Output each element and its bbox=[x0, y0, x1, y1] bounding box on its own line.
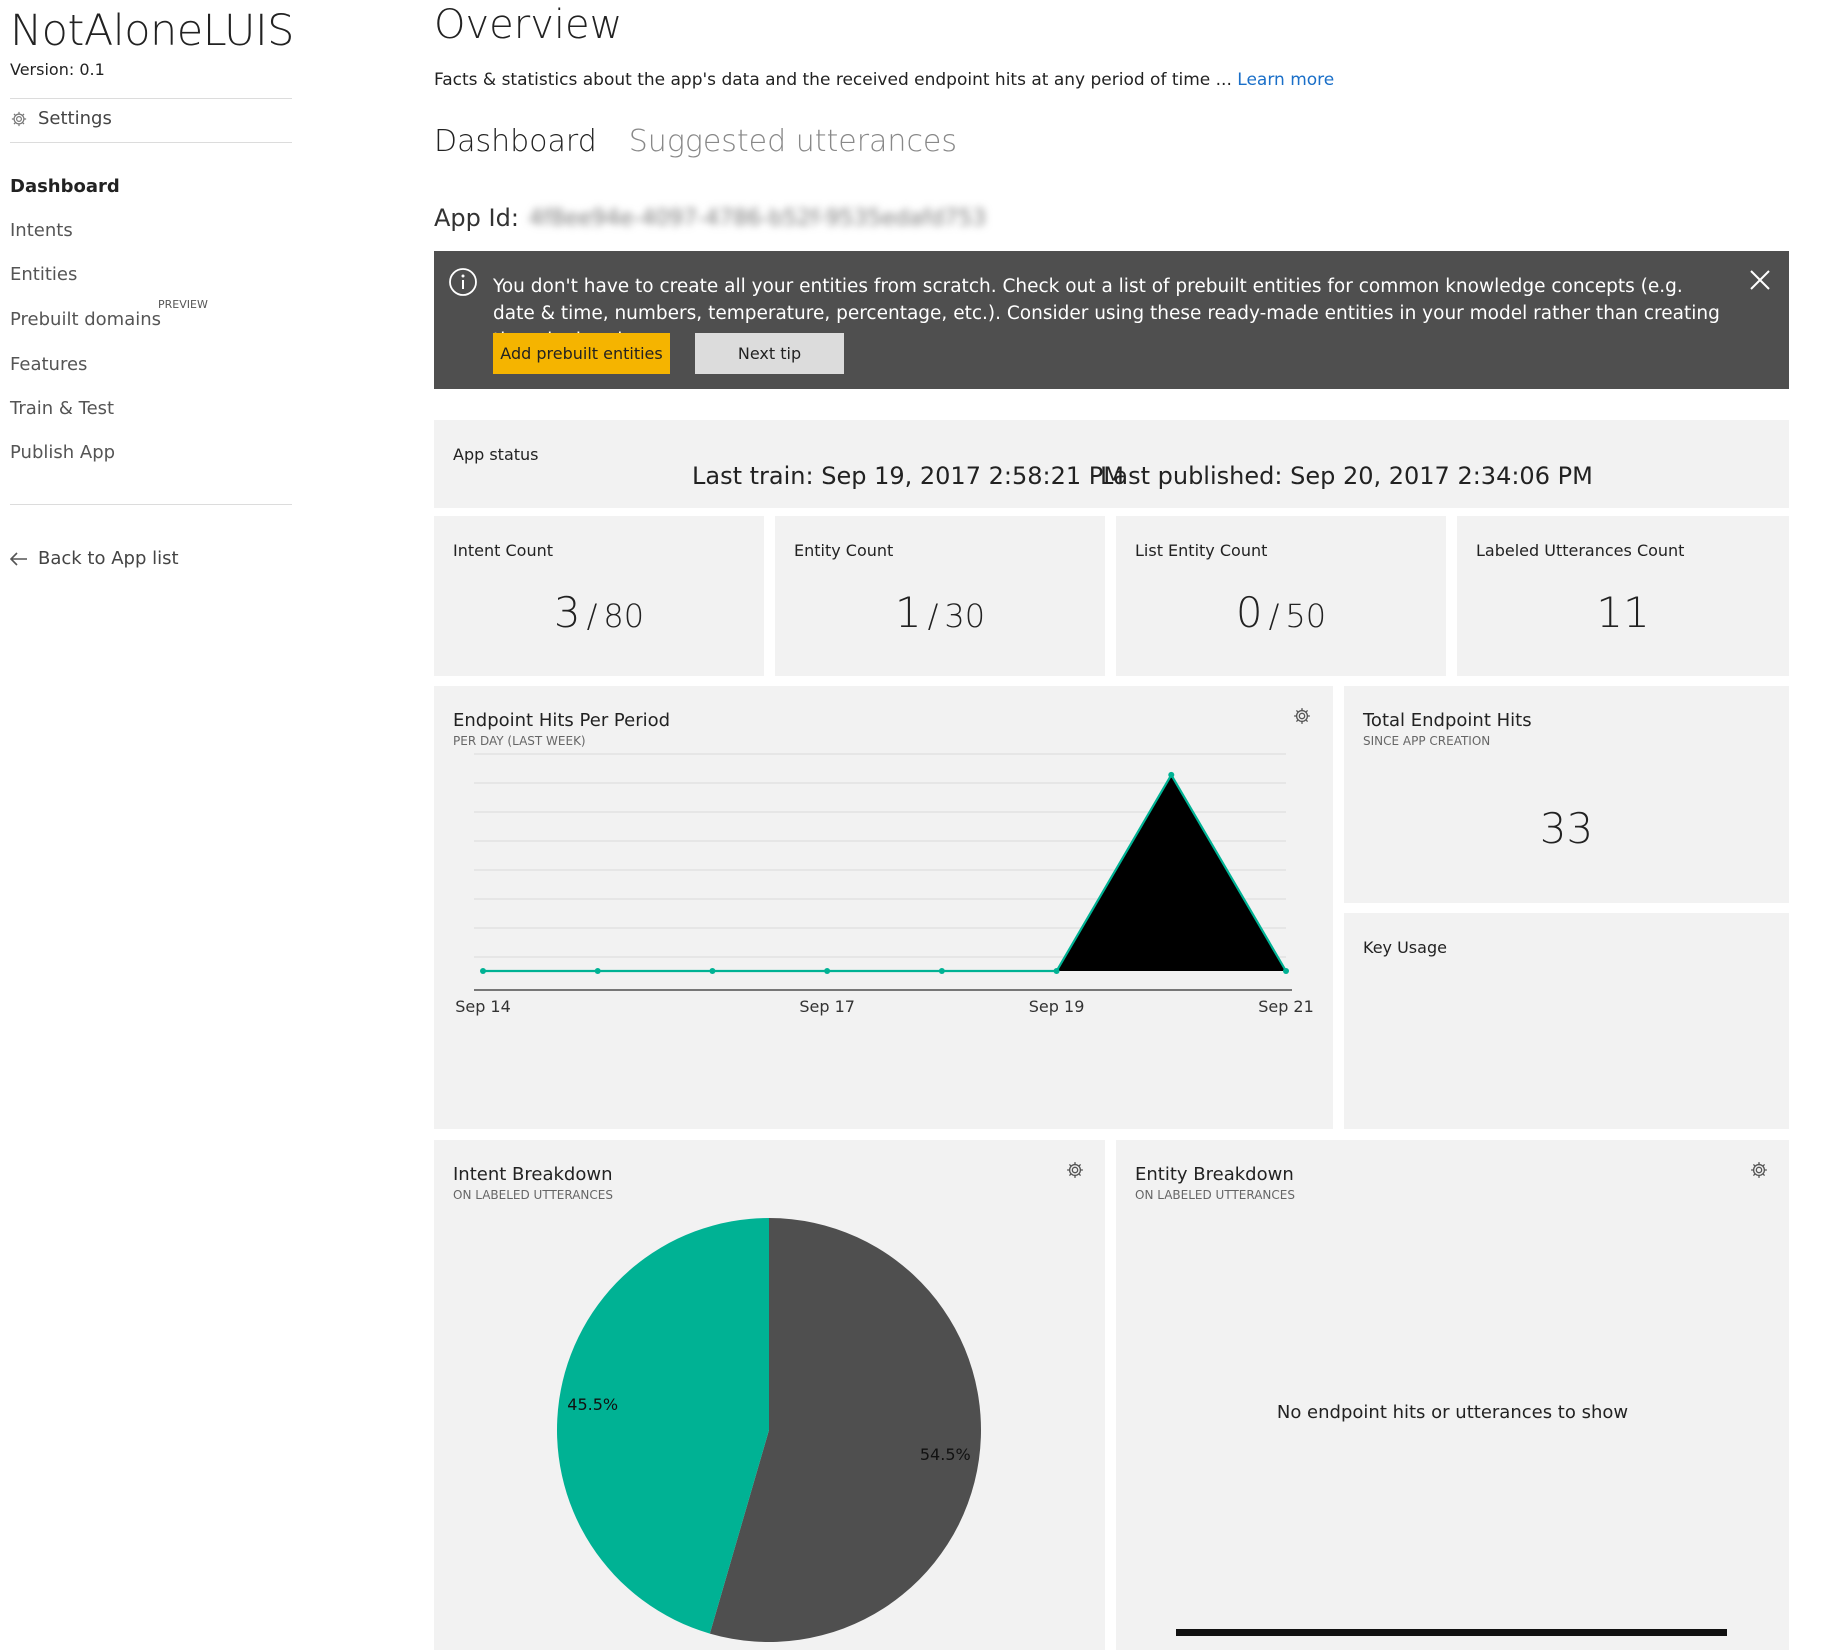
data-point bbox=[709, 968, 716, 974]
sidebar-divider bbox=[10, 98, 292, 99]
sidebar-divider bbox=[10, 504, 292, 505]
data-point bbox=[594, 968, 601, 974]
labeled-utterances-count-value: 11 bbox=[1596, 588, 1650, 637]
x-tick-label: Sep 19 bbox=[1029, 997, 1085, 1016]
sidebar-divider bbox=[10, 142, 292, 143]
entity-count-metric: 1/30 bbox=[894, 588, 986, 637]
entity-count-card: Entity Count 1/30 bbox=[775, 516, 1105, 676]
horizontal-scrollbar[interactable] bbox=[1176, 1629, 1727, 1636]
last-published-value: Sep 20, 2017 2:34:06 PM bbox=[1290, 462, 1593, 490]
app-name: NotAloneLUIS bbox=[10, 6, 294, 56]
entity-breakdown-empty-message: No endpoint hits or utterances to show bbox=[1276, 1402, 1629, 1423]
settings-link[interactable]: Settings bbox=[10, 108, 112, 129]
learn-more-link[interactable]: Learn more bbox=[1237, 70, 1334, 90]
app-status-label: App status bbox=[453, 445, 539, 464]
app-id-row: App Id: 4f8ee94e-4097-4786-b52f-9535edaf… bbox=[434, 204, 986, 232]
last-train: Last train: Sep 19, 2017 2:58:21 PM bbox=[692, 462, 1124, 490]
settings-label: Settings bbox=[38, 108, 112, 129]
back-label: Back to App list bbox=[38, 548, 179, 569]
tab-suggested-utterances[interactable]: Suggested utterances bbox=[629, 124, 957, 159]
page-subtitle: Facts & statistics about the app's data … bbox=[434, 70, 1334, 90]
sidebar-item-train-test[interactable]: Train & Test bbox=[10, 398, 114, 419]
sidebar-item-dashboard[interactable]: Dashboard bbox=[10, 176, 120, 197]
tab-dashboard[interactable]: Dashboard bbox=[434, 124, 597, 159]
next-tip-button[interactable]: Next tip bbox=[695, 333, 844, 374]
pie-slice-label: 45.5% bbox=[567, 1395, 618, 1414]
intent-count-label: Intent Count bbox=[453, 541, 553, 560]
total-hits-value: 33 bbox=[1539, 804, 1594, 853]
sidebar-item-label: Prebuilt domains bbox=[10, 309, 162, 330]
data-point bbox=[1168, 771, 1175, 778]
gear-icon bbox=[11, 111, 27, 126]
last-train-value: Sep 19, 2017 2:58:21 PM bbox=[821, 462, 1124, 490]
app-id-value: 4f8ee94e-4097-4786-b52f-9535edafd753 bbox=[528, 205, 987, 231]
intent-count-max: 80 bbox=[603, 597, 645, 635]
list-entity-count-max: 50 bbox=[1285, 597, 1327, 635]
entity-breakdown-title: Entity Breakdown bbox=[1135, 1164, 1294, 1185]
last-train-label: Last train: bbox=[692, 462, 814, 490]
info-icon bbox=[449, 268, 477, 296]
intent-breakdown-card: Intent Breakdown ON LABELED UTTERANCES 5… bbox=[434, 1140, 1105, 1650]
hits-area bbox=[483, 774, 1286, 971]
labeled-utterances-count-card: Labeled Utterances Count 11 bbox=[1457, 516, 1789, 676]
pie-slice-label: 54.5% bbox=[920, 1445, 971, 1464]
subtitle-text: Facts & statistics about the app's data … bbox=[434, 70, 1232, 90]
add-prebuilt-entities-button[interactable]: Add prebuilt entities bbox=[493, 333, 670, 374]
intent-count-value: 3 bbox=[553, 588, 581, 637]
key-usage-title: Key Usage bbox=[1363, 938, 1447, 957]
endpoint-hits-chart: Sep 14 Sep 17 Sep 19 Sep 21 bbox=[455, 753, 1314, 1016]
sidebar-item-prebuilt-domains[interactable]: Prebuilt domains PREVIEW bbox=[10, 298, 208, 330]
x-tick-label: Sep 14 bbox=[455, 997, 511, 1016]
labeled-utterances-count-label: Labeled Utterances Count bbox=[1476, 541, 1685, 560]
data-point bbox=[1283, 968, 1289, 974]
list-entity-count-card: List Entity Count 0/50 bbox=[1116, 516, 1446, 676]
tab-bar: Dashboard Suggested utterances bbox=[434, 124, 957, 159]
sidebar-item-entities[interactable]: Entities bbox=[10, 264, 77, 285]
app-version: Version: 0.1 bbox=[10, 60, 105, 79]
page-title: Overview bbox=[434, 2, 623, 48]
list-entity-count-label: List Entity Count bbox=[1135, 541, 1268, 560]
last-published-label: Last published: bbox=[1100, 462, 1283, 490]
x-tick-label: Sep 17 bbox=[799, 997, 855, 1016]
x-tick-label: Sep 21 bbox=[1258, 997, 1314, 1016]
intent-breakdown-pie: 54.5% 45.5% bbox=[557, 1218, 982, 1642]
intent-count-card: Intent Count 3/80 bbox=[434, 516, 764, 676]
entity-count-max: 30 bbox=[944, 597, 986, 635]
entity-breakdown-subtitle: ON LABELED UTTERANCES bbox=[1135, 1188, 1295, 1202]
sidebar: NotAloneLUIS Version: 0.1 Settings Dashb… bbox=[0, 0, 300, 1650]
total-endpoint-hits-card: Total Endpoint Hits SINCE APP CREATION 3… bbox=[1344, 686, 1789, 903]
labeled-utterances-count-metric: 11 bbox=[1457, 588, 1789, 637]
back-to-app-list-link[interactable]: Back to App list bbox=[10, 548, 179, 569]
intent-count-metric: 3/80 bbox=[553, 588, 645, 637]
total-hits-title: Total Endpoint Hits bbox=[1363, 710, 1532, 731]
app-status-card: App status Last train: Sep 19, 2017 2:58… bbox=[434, 420, 1789, 508]
data-point bbox=[1053, 968, 1060, 974]
app-id-label: App Id: bbox=[434, 204, 519, 232]
tip-text: You don't have to create all your entiti… bbox=[493, 276, 1720, 351]
gear-icon[interactable] bbox=[1749, 1160, 1769, 1180]
last-published: Last published: Sep 20, 2017 2:34:06 PM bbox=[1100, 462, 1593, 490]
sidebar-item-publish-app[interactable]: Publish App bbox=[10, 442, 115, 463]
data-point bbox=[824, 968, 831, 974]
entity-count-value: 1 bbox=[894, 588, 922, 637]
preview-badge: PREVIEW bbox=[158, 298, 208, 311]
sidebar-item-intents[interactable]: Intents bbox=[10, 220, 73, 241]
key-usage-card: Key Usage bbox=[1344, 913, 1789, 1129]
entity-breakdown-card: Entity Breakdown ON LABELED UTTERANCES N… bbox=[1116, 1140, 1789, 1650]
list-entity-count-metric: 0/50 bbox=[1235, 588, 1327, 637]
arrow-left-icon bbox=[10, 551, 27, 566]
list-entity-count-value: 0 bbox=[1235, 588, 1263, 637]
sidebar-item-features[interactable]: Features bbox=[10, 354, 87, 375]
entity-count-label: Entity Count bbox=[794, 541, 894, 560]
total-hits-subtitle: SINCE APP CREATION bbox=[1363, 734, 1491, 748]
endpoint-hits-card: Endpoint Hits Per Period PER DAY (LAST W… bbox=[434, 686, 1333, 1129]
tip-banner: You don't have to create all your entiti… bbox=[434, 251, 1789, 389]
close-icon[interactable] bbox=[1749, 269, 1771, 291]
data-point bbox=[938, 968, 945, 974]
data-point bbox=[480, 968, 486, 974]
